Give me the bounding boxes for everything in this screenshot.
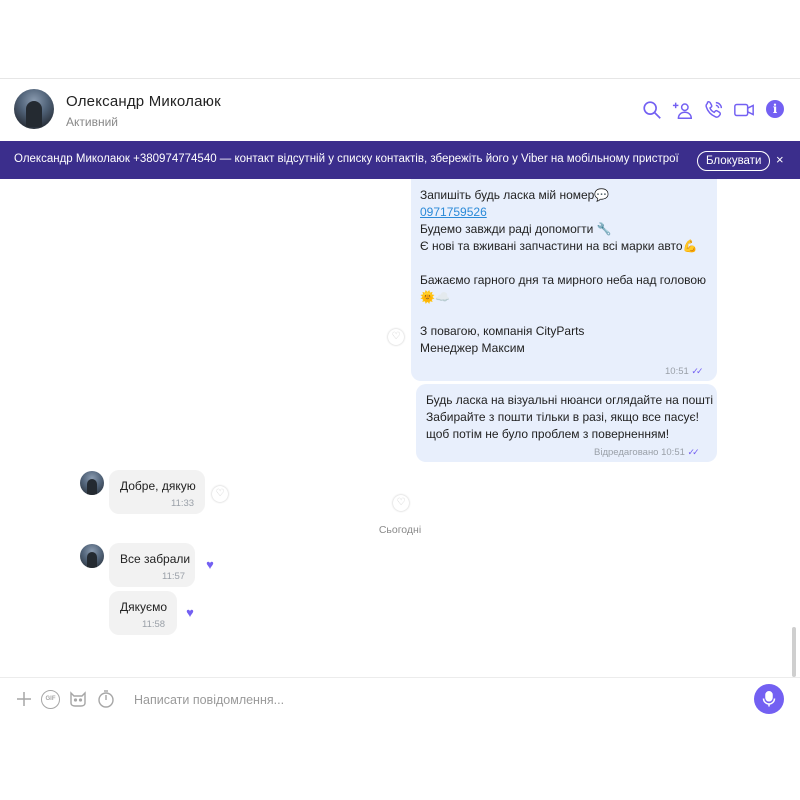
message-line (420, 306, 710, 323)
message-text: Все забрали (120, 552, 191, 566)
incoming-message[interactable]: Дякуємо 11:58 (109, 591, 177, 635)
liked-heart-icon[interactable]: ♥ (202, 557, 218, 573)
add-participant-icon[interactable] (672, 99, 694, 121)
message-line: Менеджер Максим (420, 341, 525, 355)
video-call-icon[interactable] (733, 99, 755, 121)
read-ticks-icon: ✓✓ (691, 366, 703, 376)
chat-window: Олександр Миколаюк Активний i Олександр … (0, 78, 800, 722)
sender-avatar[interactable] (80, 471, 104, 495)
message-line: З повагою, компанія CityParts (420, 324, 585, 338)
gif-icon[interactable]: GIF (41, 690, 60, 709)
sender-avatar[interactable] (80, 544, 104, 568)
read-ticks-icon: ✓✓ (687, 447, 700, 457)
date-separator: Сьогодні (378, 524, 422, 536)
message-time: 11:57 (162, 571, 186, 582)
message-line: 🌞☁️ (420, 290, 450, 304)
outgoing-message[interactable]: Запишіть будь ласка мій номер💬 097175952… (411, 179, 717, 381)
incoming-message[interactable]: Добре, дякую 11:33 (109, 470, 205, 514)
microphone-icon (762, 691, 776, 707)
sticker-icon[interactable] (68, 689, 88, 709)
message-line: Будемо завжди раді допомогти 🔧 (420, 222, 612, 236)
search-icon[interactable] (641, 99, 663, 121)
chat-header: Олександр Миколаюк Активний i (0, 79, 800, 141)
composer-bar: GIF (0, 677, 800, 722)
message-time: 10:51 ✓✓ (665, 366, 704, 377)
message-line: Будь ласка на візуальні нюанси оглядайте… (426, 393, 714, 407)
timer-icon[interactable] (96, 689, 116, 709)
incoming-message[interactable]: Все забрали 11:57 (109, 543, 195, 587)
message-line: Бажаємо гарного дня та мирного неба над … (420, 273, 707, 287)
block-button[interactable]: Блокувати (697, 151, 771, 171)
contact-status: Активний (66, 115, 118, 129)
message-line: Є нові та вживані запчастини на всі марк… (420, 239, 698, 253)
contact-name[interactable]: Олександр Миколаюк (66, 93, 221, 110)
close-icon[interactable]: × (776, 152, 784, 167)
message-line: щоб потім не було проблем з поверненням! (426, 427, 670, 441)
call-icon[interactable] (703, 99, 725, 121)
plus-icon[interactable] (14, 689, 34, 709)
message-time: 11:58 (142, 619, 166, 630)
outgoing-message[interactable]: Будь ласка на візуальні нюанси оглядайте… (416, 384, 717, 462)
message-text: Дякуємо (120, 600, 168, 614)
message-input[interactable] (132, 689, 736, 711)
message-time: 11:33 (171, 498, 195, 509)
like-icon[interactable]: ♡ (388, 329, 404, 345)
message-line (420, 255, 710, 272)
contact-avatar[interactable] (14, 89, 54, 129)
microphone-button[interactable] (754, 684, 784, 714)
like-icon[interactable]: ♡ (212, 486, 228, 502)
message-line: Запишіть будь ласка мій номер💬 (420, 188, 610, 202)
info-icon[interactable]: i (766, 100, 784, 118)
message-text: Добре, дякую (120, 479, 196, 493)
liked-heart-icon[interactable]: ♥ (182, 605, 198, 621)
scrollbar[interactable] (792, 627, 796, 677)
like-icon[interactable]: ♡ (393, 495, 409, 511)
message-list[interactable]: Запишіть будь ласка мій номер💬 097175952… (0, 179, 800, 677)
unknown-contact-banner: Олександр Миколаюк +380974774540 — конта… (0, 141, 800, 179)
message-line: Забирайте з пошти тільки в разі, якщо вс… (426, 410, 699, 424)
message-time: Відредаговано 10:51 ✓✓ (594, 447, 700, 458)
banner-text: Олександр Миколаюк +380974774540 — конта… (14, 153, 679, 165)
phone-link[interactable]: 0971759526 (420, 204, 710, 221)
